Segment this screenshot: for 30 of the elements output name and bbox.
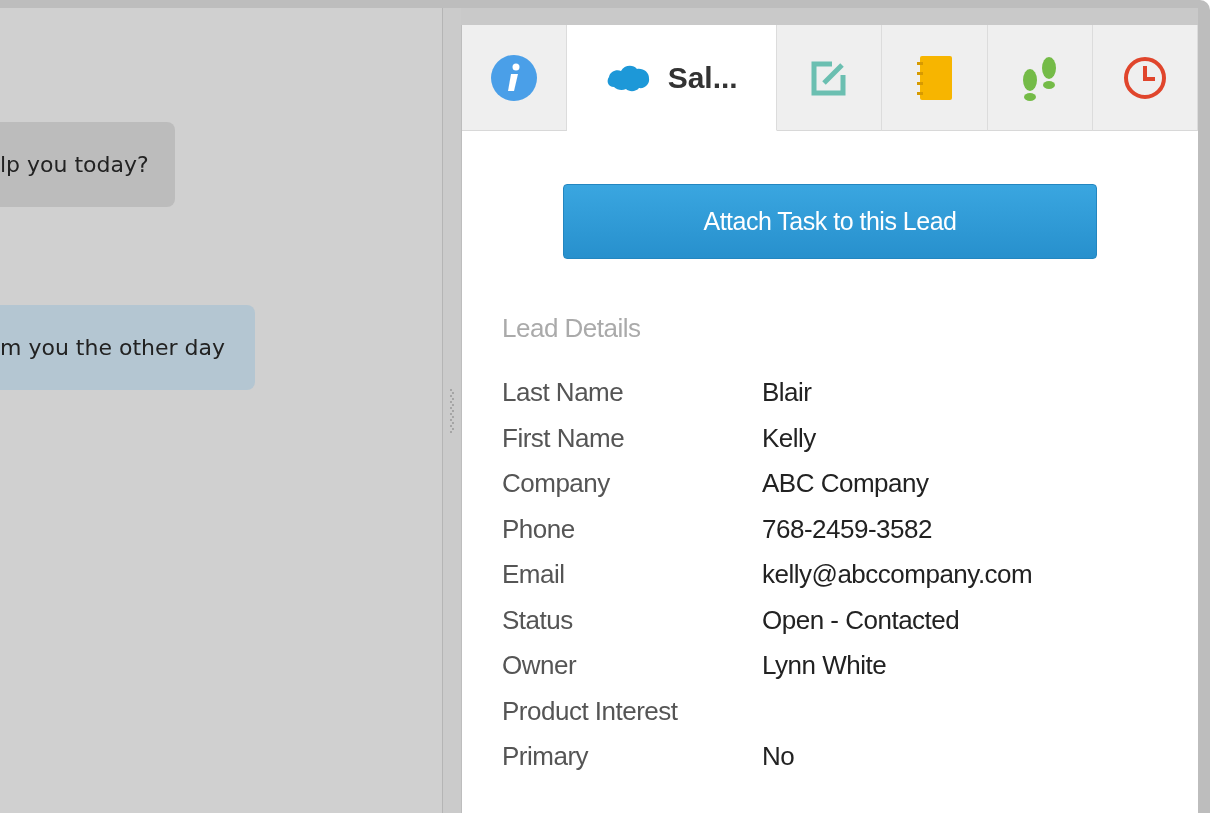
field-value: Open - Contacted xyxy=(762,603,960,637)
field-value: No xyxy=(762,740,795,774)
tab[interactable]: Sal... xyxy=(567,25,778,131)
field-value: Lynn White xyxy=(762,649,887,683)
field-label: Product Interest xyxy=(502,694,679,728)
field-label: Status xyxy=(502,603,574,637)
clock-icon xyxy=(1122,55,1167,100)
field-label: Primary xyxy=(502,740,590,774)
tab[interactable] xyxy=(462,25,568,131)
tab[interactable] xyxy=(777,25,883,131)
notebook-icon xyxy=(915,53,954,102)
field-label: First Name xyxy=(502,421,626,455)
section-title: Lead Details xyxy=(502,312,642,345)
message-bubble: lp you today? xyxy=(0,122,175,207)
field-value: Blair xyxy=(762,376,812,410)
info-icon xyxy=(490,53,539,102)
resize-grip-icon[interactable] xyxy=(450,387,454,434)
tab[interactable] xyxy=(1092,25,1198,131)
field-value: Kelly xyxy=(762,421,816,455)
field-label: Phone xyxy=(502,512,576,546)
field-value: kelly@abccompany.com xyxy=(762,558,1033,592)
field-value: ABC Company xyxy=(762,467,929,501)
tab[interactable] xyxy=(987,25,1093,131)
tab[interactable] xyxy=(882,25,988,131)
field-label: Owner xyxy=(502,649,578,683)
field-value: 768-2459-3582 xyxy=(762,512,932,546)
message-bubble: m you the other day xyxy=(0,305,255,390)
field-label: Email xyxy=(502,558,566,592)
field-label: Last Name xyxy=(502,376,625,410)
field-label: Company xyxy=(502,467,611,501)
